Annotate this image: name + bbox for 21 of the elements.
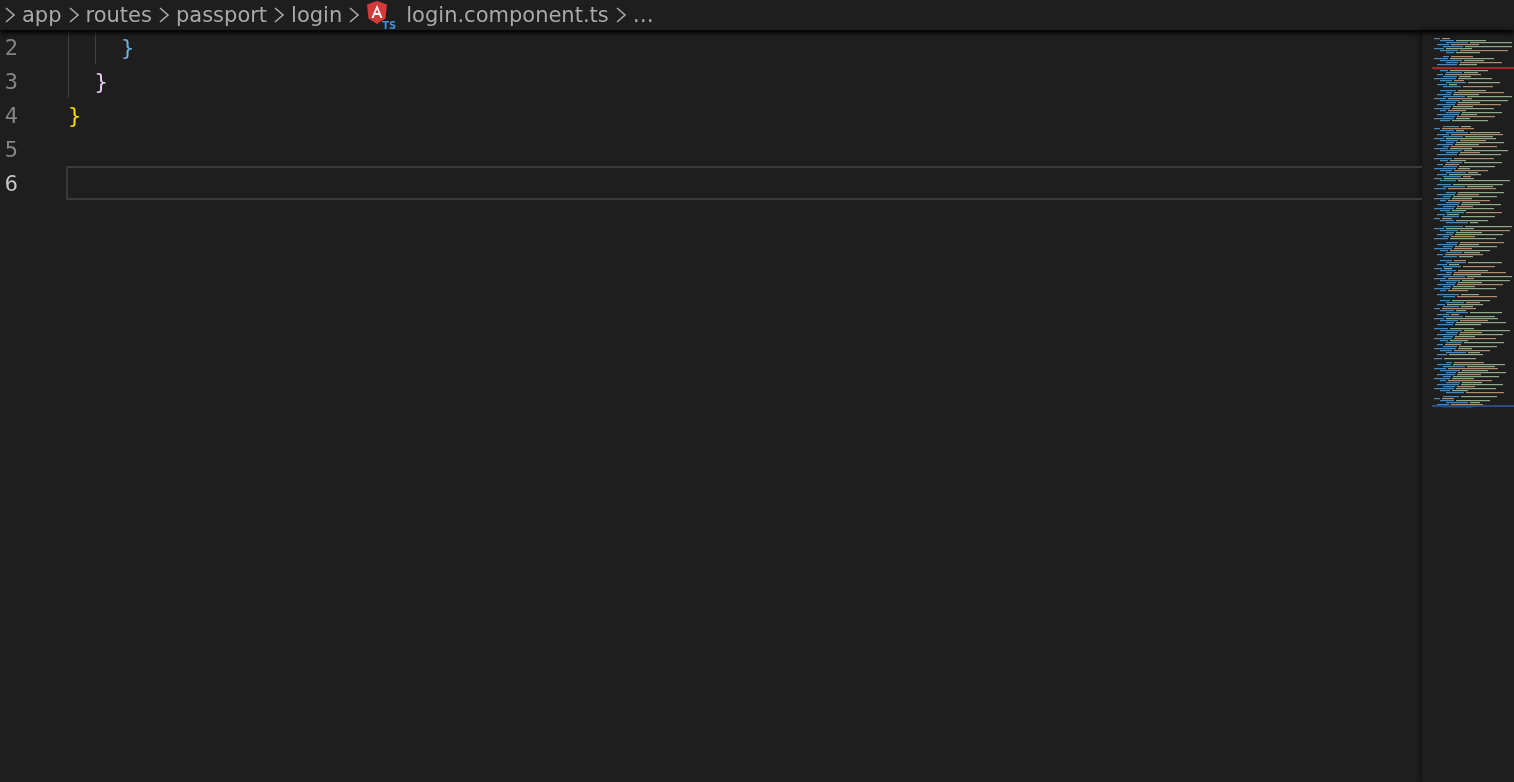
code-line: }	[93, 68, 108, 94]
line-number: 4	[3, 102, 18, 128]
chevron-icon	[67, 6, 80, 24]
chevron-icon	[348, 6, 361, 24]
chevron-icon	[614, 6, 627, 24]
line-number: 6	[3, 170, 18, 196]
breadcrumb-item[interactable]: passport	[175, 3, 268, 27]
breadcrumb-item[interactable]: routes	[85, 3, 152, 27]
breadcrumb-more[interactable]: …	[632, 3, 654, 27]
code-line: }	[68, 102, 82, 128]
chevron-icon	[273, 6, 286, 24]
breadcrumb-item[interactable]: login	[291, 3, 343, 27]
code-line: }	[119, 34, 135, 60]
line-number: 3	[3, 68, 18, 94]
breadcrumb-item[interactable]: app	[22, 3, 62, 27]
line-number: 5	[3, 136, 18, 162]
breadcrumb-item[interactable]: login.component.ts	[406, 3, 609, 27]
chevron-icon	[4, 6, 16, 24]
file-type-label: TS	[382, 20, 397, 32]
line-number: 2	[3, 34, 18, 60]
chevron-icon	[157, 6, 170, 24]
